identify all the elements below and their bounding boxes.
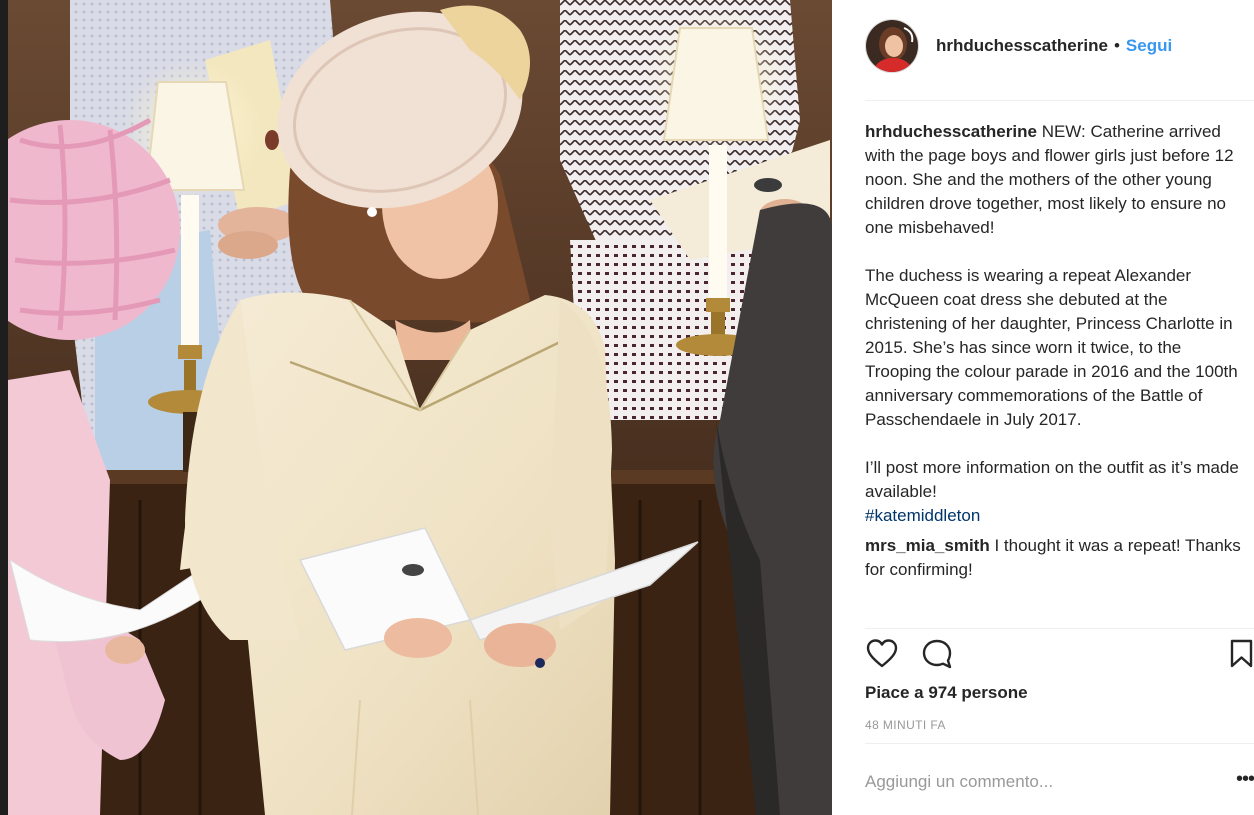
post-timestamp[interactable]: 48 MINUTI FA [865, 718, 946, 732]
caption-paragraph-1: hrhduchesscatherine NEW: Catherine arriv… [865, 120, 1245, 240]
comment-button[interactable] [920, 637, 954, 671]
caption: hrhduchesscatherine NEW: Catherine arriv… [865, 120, 1245, 528]
caption-gap [865, 240, 1245, 264]
hashtag-link[interactable]: #katemiddleton [865, 504, 1245, 528]
caption-gap [865, 432, 1245, 456]
likes-count[interactable]: Piace a 974 persone [865, 683, 1028, 703]
post-side-panel: hrhduchesscatherine • Segui hrhduchessca… [832, 0, 1254, 815]
speech-bubble-icon [922, 639, 952, 669]
header-username[interactable]: hrhduchesscatherine [936, 36, 1108, 56]
actions-divider [865, 628, 1254, 629]
save-button[interactable] [1229, 637, 1254, 671]
comment-username[interactable]: mrs_mia_smith [865, 536, 990, 555]
caption-text-2: The duchess is wearing a repeat Alexande… [865, 266, 1238, 429]
header-separator: • [1113, 36, 1120, 55]
comments-scroll-area[interactable]: hrhduchesscatherine NEW: Catherine arriv… [865, 120, 1245, 625]
more-options-button[interactable]: ••• [1236, 769, 1254, 792]
photo-illustration [0, 0, 832, 815]
bookmark-icon [1230, 639, 1253, 668]
post-photo[interactable] [0, 0, 832, 815]
comment-input-divider [865, 743, 1254, 744]
follow-button[interactable]: Segui [1126, 36, 1172, 56]
post-header: hrhduchesscatherine • Segui [865, 18, 1172, 74]
comment-item: mrs_mia_smith I thought it was a repeat!… [865, 534, 1245, 582]
header-divider [865, 100, 1254, 101]
caption-username[interactable]: hrhduchesscatherine [865, 122, 1037, 141]
like-button[interactable] [865, 637, 899, 671]
avatar-photo-icon [866, 20, 918, 72]
add-comment-input[interactable] [865, 764, 1225, 800]
caption-text-3: I’ll post more information on the outfit… [865, 458, 1239, 501]
heart-outline-icon [866, 639, 898, 668]
avatar[interactable] [865, 19, 919, 73]
left-edge-strip [0, 0, 8, 815]
action-bar [865, 637, 1254, 671]
